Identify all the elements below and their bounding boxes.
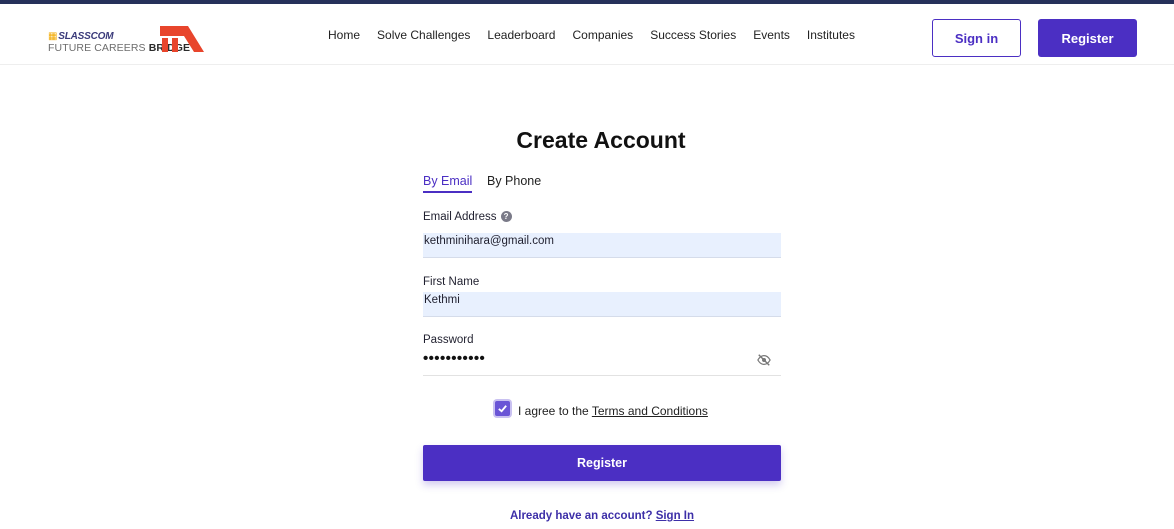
password-field[interactable]: ••••••••••• [423, 350, 781, 376]
main-nav: Home Solve Challenges Leaderboard Compan… [328, 28, 872, 42]
nav-events[interactable]: Events [753, 28, 790, 42]
already-account-text: Already have an account? Sign In [0, 510, 1174, 522]
terms-link[interactable]: Terms and Conditions [592, 404, 708, 418]
nav-leaderboard[interactable]: Leaderboard [487, 28, 555, 42]
password-label: Password [423, 334, 474, 346]
password-masked-value: ••••••••••• [423, 350, 486, 367]
page-title: Create Account [516, 127, 686, 153]
logo-top-text: SLASSCOM [58, 31, 114, 42]
slasscom-mark-icon: ▦ [48, 31, 58, 42]
header-sign-in-button[interactable]: Sign in [932, 19, 1021, 57]
checkmark-icon [498, 405, 507, 413]
slasscom-logo[interactable]: ▦SLASSCOM FUTURE CAREERS BRIDGE [48, 20, 208, 56]
email-label-text: Email Address [423, 211, 497, 223]
tab-by-email[interactable]: By Email [423, 174, 473, 193]
question-icon[interactable]: ? [500, 211, 512, 223]
agree-label: I agree to the [518, 404, 589, 418]
email-label: Email Address? [423, 211, 512, 223]
already-account-label: Already have an account? [509, 510, 653, 522]
tab-by-phone[interactable]: By Phone [487, 174, 541, 188]
bridge-logo-icon [160, 26, 204, 52]
nav-home[interactable]: Home [328, 28, 360, 42]
sign-in-link[interactable]: Sign In [656, 510, 694, 522]
nav-success-stories[interactable]: Success Stories [650, 28, 736, 42]
header-register-button[interactable]: Register [1038, 19, 1137, 57]
nav-companies[interactable]: Companies [572, 28, 633, 42]
top-navbar: ▦SLASSCOM FUTURE CAREERS BRIDGE Home Sol… [0, 4, 1174, 65]
eye-slash-icon[interactable] [757, 353, 771, 367]
agree-checkbox[interactable] [495, 401, 510, 416]
first-name-field[interactable]: Kethmi [423, 292, 781, 317]
agree-text: I agree to the Terms and Conditions [518, 404, 708, 418]
first-name-label: First Name [423, 276, 480, 288]
nav-solve-challenges[interactable]: Solve Challenges [377, 28, 470, 42]
register-submit-button[interactable]: Register [423, 445, 781, 481]
nav-institutes[interactable]: Institutes [807, 28, 855, 42]
email-field[interactable]: kethminihara@gmail.com [423, 233, 781, 258]
logo-bottom-text: FUTURE CAREERS [48, 42, 146, 54]
